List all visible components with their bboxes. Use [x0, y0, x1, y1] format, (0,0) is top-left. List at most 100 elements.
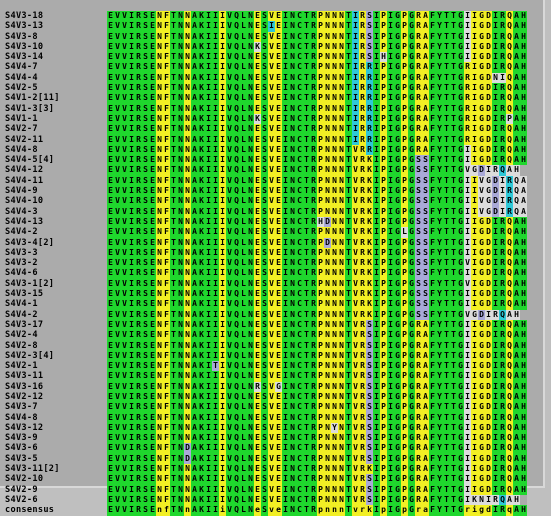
- residue-cell: N: [177, 11, 184, 22]
- residue-cell: N: [324, 412, 331, 423]
- residue-cell: N: [289, 41, 296, 53]
- residue-cell: V: [226, 433, 233, 444]
- residue-cell: N: [338, 227, 345, 238]
- residue-cell: I: [212, 144, 219, 156]
- residue-cell: I: [373, 196, 380, 207]
- residue-cell: C: [296, 113, 303, 125]
- residue-cell: N: [177, 464, 184, 475]
- residue-cell: T: [170, 216, 177, 228]
- residue-cell: Q: [233, 206, 240, 217]
- residue-cell: V: [268, 289, 275, 300]
- residue-cell: I: [373, 505, 380, 516]
- residue-cell: P: [380, 165, 387, 176]
- residue-cell: N: [156, 247, 163, 259]
- residue-cell: S: [261, 453, 268, 465]
- residue-cell: F: [429, 11, 436, 22]
- residue-cell: N: [156, 206, 163, 217]
- residue-cell: V: [114, 62, 121, 73]
- residue-cell: E: [254, 412, 261, 423]
- residue-cell: N: [289, 453, 296, 465]
- residue-cell: Y: [436, 268, 443, 279]
- residue-cell: T: [443, 31, 450, 42]
- residue-cell: S: [366, 11, 373, 22]
- residue-cell: V: [121, 330, 128, 341]
- residue-cell: K: [198, 52, 205, 63]
- residue-cell: T: [443, 103, 450, 114]
- residue-cell: E: [107, 505, 114, 516]
- residue-cell: E: [107, 278, 114, 290]
- residue-cell: P: [401, 402, 408, 413]
- residue-cell: Q: [506, 11, 513, 22]
- residue-cell: V: [121, 381, 128, 392]
- residue-cell: N: [324, 319, 331, 331]
- residue-cell: N: [177, 41, 184, 53]
- residue-cell: P: [401, 340, 408, 351]
- residue-cell: N: [324, 124, 331, 135]
- residue-cell: N: [156, 124, 163, 135]
- residue-cell: N: [177, 237, 184, 248]
- residue-cell: P: [380, 464, 387, 475]
- residue-cell: N: [331, 464, 338, 475]
- residue-cell: D: [485, 391, 492, 403]
- residue-cell: P: [401, 31, 408, 42]
- residue-cell: G: [408, 412, 415, 423]
- residue-cell: N: [247, 52, 254, 63]
- sequence-label: S4V3-2: [5, 258, 38, 269]
- residue-cell: L: [240, 258, 247, 269]
- residue-cell: N: [184, 361, 191, 372]
- residue-cell: R: [135, 402, 142, 413]
- residue-cell: I: [282, 412, 289, 423]
- residue-cell: E: [254, 11, 261, 22]
- residue-cell: T: [450, 412, 457, 423]
- residue-cell: N: [247, 144, 254, 156]
- residue-cell: I: [387, 83, 394, 94]
- residue-cell: N: [289, 113, 296, 125]
- residue-cell: I: [282, 381, 289, 392]
- residue-cell: I: [471, 216, 478, 228]
- residue-cell: G: [478, 350, 485, 362]
- residue-cell: I: [464, 268, 471, 279]
- residue-cell: T: [170, 268, 177, 279]
- residue-cell: G: [478, 381, 485, 392]
- residue-cell: G: [394, 422, 401, 434]
- residue-cell: Y: [436, 278, 443, 290]
- residue-cell: N: [156, 62, 163, 73]
- residue-cell: V: [268, 258, 275, 269]
- residue-cell: P: [401, 247, 408, 259]
- residue-cell: V: [268, 41, 275, 53]
- residue-cell: K: [198, 227, 205, 238]
- residue-cell: N: [338, 484, 345, 495]
- residue-cell: V: [268, 319, 275, 331]
- residue-cell: K: [198, 258, 205, 269]
- residue-cell: T: [303, 391, 310, 403]
- residue-cell: N: [177, 165, 184, 176]
- residue-cell: I: [212, 155, 219, 166]
- residue-cell: I: [282, 103, 289, 114]
- residue-cell: L: [240, 134, 247, 145]
- residue-cell: G: [394, 299, 401, 310]
- residue-cell: T: [443, 11, 450, 22]
- residue-cell: N: [289, 227, 296, 238]
- sequence-row: EVVIRSENFTNNAKIIIVQLNESVEINCTRPDNNTVRKIP…: [107, 237, 527, 248]
- residue-cell: P: [317, 165, 324, 176]
- residue-cell: I: [492, 412, 499, 423]
- residue-cell: R: [359, 93, 366, 104]
- residue-cell: T: [170, 41, 177, 53]
- residue-cell: V: [352, 227, 359, 238]
- residue-cell: E: [107, 309, 114, 320]
- residue-cell: V: [226, 330, 233, 341]
- residue-cell: R: [415, 453, 422, 465]
- residue-cell: G: [457, 72, 464, 84]
- residue-cell: S: [142, 41, 149, 53]
- residue-cell: A: [191, 402, 198, 413]
- residue-cell: N: [156, 350, 163, 362]
- residue-cell: F: [163, 196, 170, 207]
- residue-cell: N: [338, 258, 345, 269]
- residue-cell: K: [198, 453, 205, 465]
- residue-cell: I: [128, 258, 135, 269]
- residue-cell: Y: [436, 340, 443, 351]
- residue-cell: N: [247, 165, 254, 176]
- residue-cell: T: [443, 299, 450, 310]
- residue-cell: Q: [506, 144, 513, 156]
- residue-cell: N: [177, 412, 184, 423]
